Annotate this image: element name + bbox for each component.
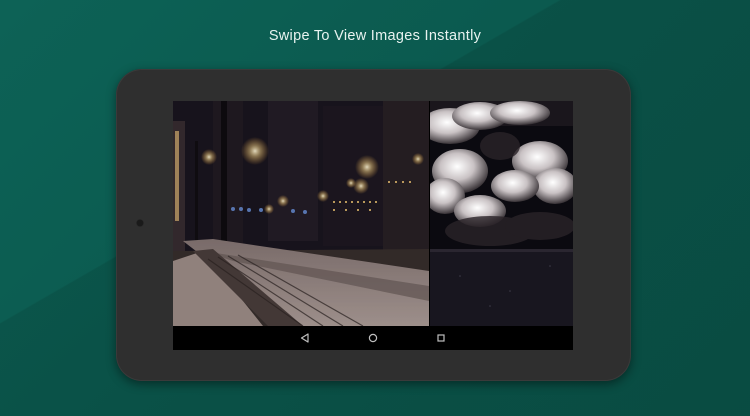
photo-storm-clouds[interactable] — [430, 101, 573, 326]
nav-home-button[interactable] — [361, 326, 385, 350]
home-circle-icon — [368, 333, 378, 343]
promo-caption: Swipe To View Images Instantly — [268, 28, 482, 44]
tablet-screen — [173, 101, 573, 350]
tablet-device — [116, 69, 631, 381]
nav-recents-button[interactable] — [429, 326, 453, 350]
storm-clouds-illustration — [430, 101, 573, 326]
back-triangle-icon — [300, 333, 309, 343]
android-nav-bar — [173, 326, 573, 350]
front-camera — [136, 219, 144, 227]
night-street-illustration — [173, 101, 429, 326]
recents-square-icon — [437, 334, 445, 342]
nav-back-button[interactable] — [293, 326, 317, 350]
photo-night-street[interactable] — [173, 101, 429, 326]
